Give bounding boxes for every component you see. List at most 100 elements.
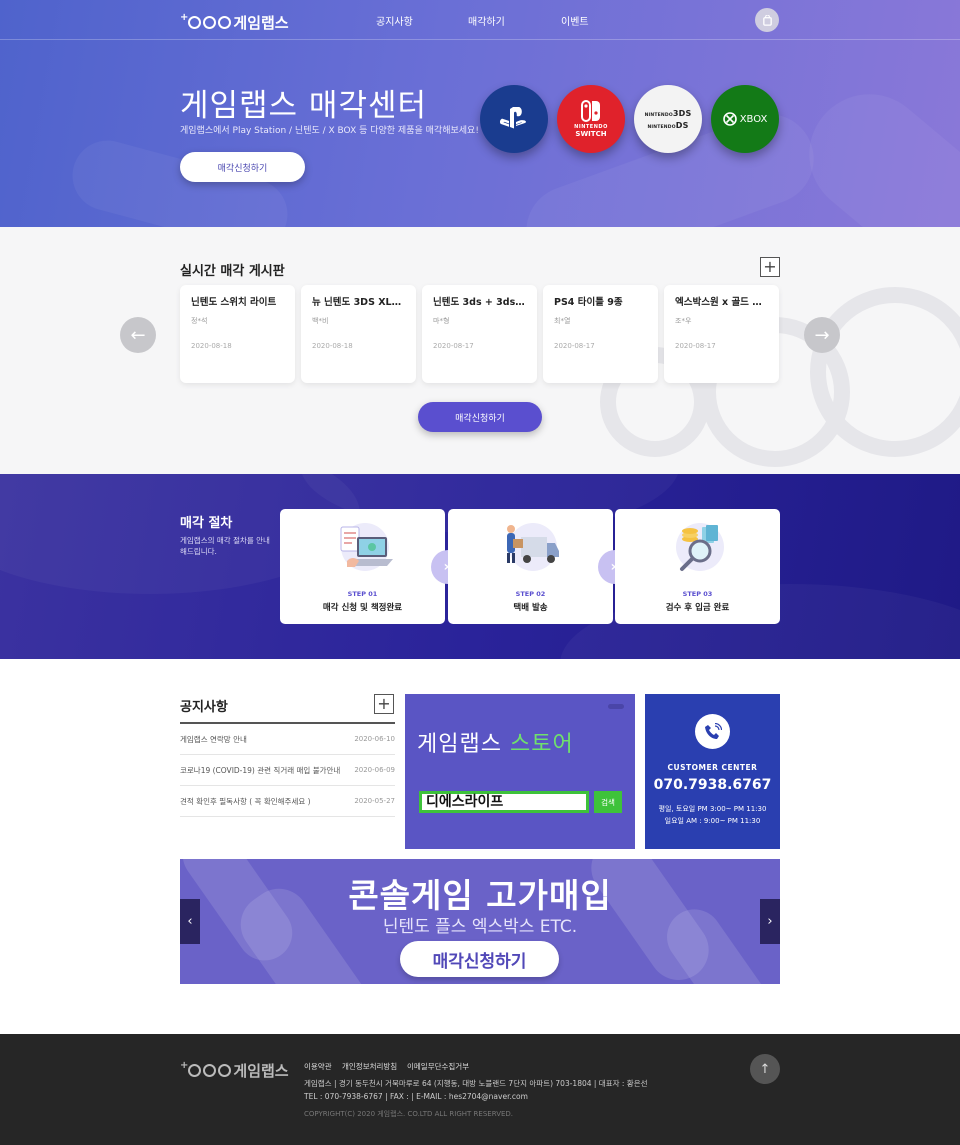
logo-text: 게임랩스 [233,14,289,32]
process-section: 매각 절차 게임랩스의 매각 절차를 안내해드립니다. STEP 01 매각 신… [0,474,960,659]
promo-banner: 콘솔게임 고가매입 닌텐도 플스 엑스박스 ETC. 매각신청하기 ‹ › [180,859,780,984]
arrow-left-icon: ← [130,324,146,346]
card-date: 2020-08-18 [312,342,353,350]
footer-link-terms[interactable]: 이용약관 [304,1061,332,1072]
phone-icon [695,714,730,749]
nav-event[interactable]: 이벤트 [561,13,589,28]
step-name: 검수 후 입금 완료 [665,603,730,613]
nintendo-3ds-logo[interactable]: NINTENDO3DS NINTENDODS [634,85,702,153]
store-title-main: 게임랩스 [417,732,510,757]
card-date: 2020-08-18 [191,342,232,350]
logo-face-icon [218,16,232,29]
3ds-logo-text: NINTENDO3DS [644,108,692,118]
notice-item-date: 2020-05-27 [354,797,395,805]
footer-logo-text: 게임랩스 [233,1062,289,1080]
footer-link-privacy[interactable]: 개인정보처리방침 [342,1061,397,1072]
process-step: STEP 02 택배 발송 [448,509,613,624]
laptop-illustration-icon [340,523,393,571]
customer-center-panel: CUSTOMER CENTER 070.7938.6767 평일, 토요일 PM… [645,694,780,849]
store-search-input[interactable]: 디에스라이프 [419,791,589,813]
live-board-section: 실시간 매각 게시판 + ← → 닌텐도 스위치 라이트 정*석 2020-08… [0,227,960,474]
notice-more-button[interactable]: + [374,694,394,714]
card-title: 뉴 닌텐도 3DS XL+... [312,297,405,308]
plus-icon: + [763,257,777,276]
card-date: 2020-08-17 [433,342,474,350]
xbox-logo[interactable]: XBOX [711,85,779,153]
board-title: 실시간 매각 게시판 [180,264,285,279]
customer-phone: 070.7938.6767 [653,777,772,793]
nav-notice[interactable]: 공지사항 [376,13,413,28]
notice-row[interactable]: 게임랩스 연락망 안내 2020-06-10 [180,724,395,755]
notice-item-title: 게임랩스 연락망 안내 [180,734,247,744]
card-title: 엑스박스원 x 골드 베... [675,297,768,308]
board-card[interactable]: PS4 타이틀 9종 최*열 2020-08-17 [543,285,658,383]
nav-sell[interactable]: 매각하기 [468,13,505,28]
notice-row[interactable]: 견적 확인후 필독사항 ( 꼭 확인해주세요 ) 2020-05-27 [180,786,395,817]
footer-company-info: 게임랩스 | 경기 동두천시 거북마루로 64 (지행동, 대방 노블랜드 7단… [304,1079,648,1088]
scroll-top-button[interactable]: ↑ [750,1054,780,1084]
notice-item-title: 코로나19 (COVID-19) 관련 직거래 매입 불가안내 [180,765,341,775]
board-apply-button[interactable]: 매각신청하기 [418,402,542,432]
footer-copyright: COPYRIGHT(C) 2020 게임랩스. CO.LTD ALL RIGHT… [304,1110,514,1118]
logo-face-icon [188,16,202,29]
hero-apply-button[interactable]: 매각신청하기 [180,152,305,182]
customer-hours-sunday: 일요일 AM : 9:00~ PM 11:30 [664,817,761,825]
hero-subtitle: 게임랩스에서 Play Station / 닌텐도 / X BOX 등 다양한 … [180,126,479,136]
playstation-logo[interactable] [480,85,548,153]
chevron-left-icon: ‹ [187,914,193,929]
notice-row[interactable]: 코로나19 (COVID-19) 관련 직거래 매입 불가안내 2020-06-… [180,755,395,786]
footer: + 게임랩스 이용약관 개인정보처리방침 이메일무단수집거부 게임랩스 | 경기… [0,1034,960,1145]
board-card[interactable]: 닌텐도 스위치 라이트 정*석 2020-08-18 [180,285,295,383]
board-card[interactable]: 엑스박스원 x 골드 베... 조*우 2020-08-17 [664,285,779,383]
process-subtitle: 게임랩스의 매각 절차를 안내해드립니다. [180,536,270,556]
process-step: STEP 01 매각 신청 및 책정완료 [280,509,445,624]
footer-contact-info: TEL : 070-7938-6767 | FAX : | E-MAIL : h… [304,1092,528,1101]
logo-face-icon [218,1064,232,1077]
logo-face-icon [203,1064,217,1077]
site-logo[interactable]: + 게임랩스 [180,12,289,33]
card-author: 최*열 [554,317,571,325]
card-author: 정*석 [191,317,208,325]
arrow-up-icon: ↑ [759,1061,771,1077]
ds-logo-text: NINTENDODS [647,120,689,130]
delivery-truck-illustration-icon [506,523,559,571]
process-step: STEP 03 검수 후 입금 완료 [615,509,780,624]
footer-logo[interactable]: + 게임랩스 [180,1060,289,1081]
bag-icon[interactable] [755,8,779,32]
board-card[interactable]: 뉴 닌텐도 3DS XL+... 백*비 2020-08-18 [301,285,416,383]
magnifier-coins-illustration-icon [675,523,724,571]
customer-center-label: CUSTOMER CENTER [667,763,758,772]
board-card[interactable]: 닌텐도 3ds + 3ds 마... 마*형 2020-08-17 [422,285,537,383]
footer-link-email-policy[interactable]: 이메일무단수집거부 [407,1061,469,1072]
store-search-button[interactable]: 검색 [594,791,622,813]
logo-face-icon [203,16,217,29]
card-title: 닌텐도 스위치 라이트 [191,297,277,308]
board-prev-arrow[interactable]: ← [120,317,156,353]
chevron-right-icon: › [767,914,773,929]
step-number: STEP 02 [515,590,546,598]
arrow-right-icon: → [814,324,830,346]
board-next-arrow[interactable]: → [804,317,840,353]
logo-plus-icon: + [180,1060,189,1071]
notice-item-date: 2020-06-10 [354,735,395,743]
plus-icon: + [377,694,391,713]
store-title-highlight: 스토어 [509,732,574,757]
card-author: 마*형 [433,317,450,325]
card-author: 백*비 [312,317,329,325]
store-title: 게임랩스 스토어 [417,726,574,758]
board-more-button[interactable]: + [760,257,780,277]
card-date: 2020-08-17 [554,342,595,350]
nintendo-switch-logo[interactable]: NINTENDO SWITCH [557,85,625,153]
process-title: 매각 절차 [180,516,233,531]
switch-switch-text: SWITCH [575,130,607,138]
hero-section: + 게임랩스 공지사항 매각하기 이벤트 게임랩스 매각센터 게임랩스에서 Pl… [0,0,960,227]
card-title: 닌텐도 3ds + 3ds 마... [433,297,526,308]
store-decoration [608,704,624,709]
banner-next-arrow[interactable]: › [760,899,780,944]
step-name: 택배 발송 [513,603,548,613]
banner-apply-button[interactable]: 매각신청하기 [400,941,559,977]
logo-plus-icon: + [180,12,189,23]
banner-prev-arrow[interactable]: ‹ [180,899,200,944]
logo-face-icon [188,1064,202,1077]
hero-title: 게임랩스 매각센터 [180,88,428,124]
